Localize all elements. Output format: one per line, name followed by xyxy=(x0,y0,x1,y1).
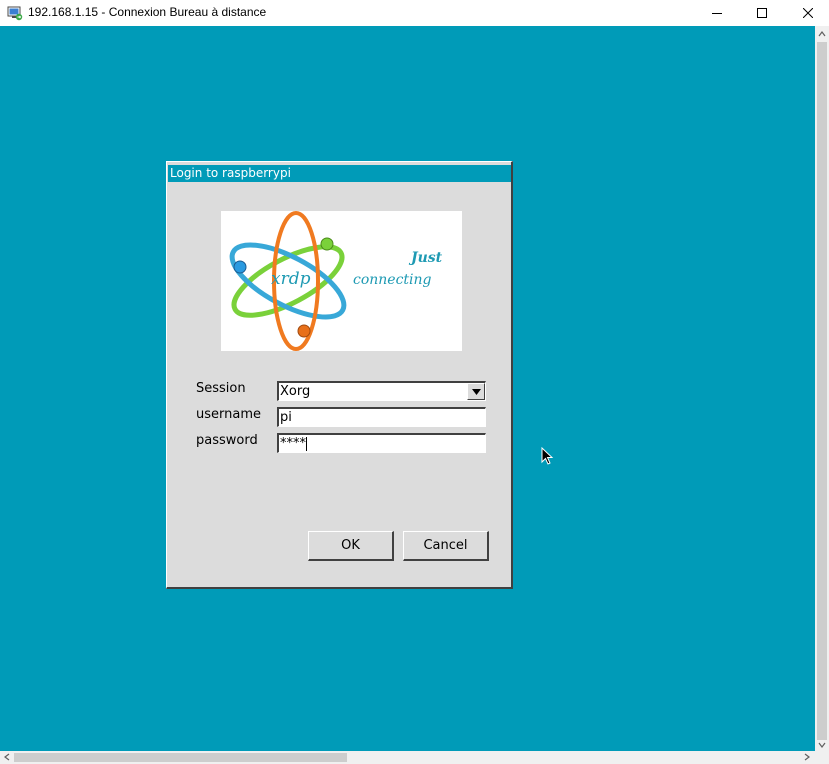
login-dialog: Login to raspberrypi xrdp Just connectin… xyxy=(166,161,513,589)
remote-desktop-icon xyxy=(7,5,23,21)
scrollbar-corner xyxy=(815,751,829,764)
chevron-down-icon xyxy=(471,388,481,395)
horizontal-scrollbar[interactable] xyxy=(0,751,815,764)
session-label: Session xyxy=(196,381,246,396)
session-value: Xorg xyxy=(280,384,311,399)
scroll-right-icon[interactable] xyxy=(803,753,811,761)
scroll-down-icon[interactable] xyxy=(818,741,826,749)
minimize-icon xyxy=(712,13,722,14)
close-button[interactable] xyxy=(785,0,829,26)
ok-button[interactable]: OK xyxy=(308,531,394,561)
scroll-left-icon[interactable] xyxy=(3,753,11,761)
minimize-button[interactable] xyxy=(694,0,740,26)
maximize-icon xyxy=(757,8,767,18)
username-label: username xyxy=(196,407,261,422)
password-value: **** xyxy=(280,436,306,451)
cancel-button[interactable]: Cancel xyxy=(403,531,489,561)
session-dropdown-button[interactable] xyxy=(467,383,485,400)
remote-desktop[interactable]: Login to raspberrypi xrdp Just connectin… xyxy=(0,26,815,751)
logo-brand-text: xrdp xyxy=(271,269,311,289)
logo-tagline-just: Just xyxy=(411,250,443,266)
mouse-cursor-icon xyxy=(541,447,554,465)
scroll-up-icon[interactable] xyxy=(818,30,826,38)
vertical-scroll-thumb[interactable] xyxy=(817,42,827,740)
window-title: 192.168.1.15 - Connexion Bureau à distan… xyxy=(28,5,267,19)
dialog-title: Login to raspberrypi xyxy=(168,165,511,182)
text-caret xyxy=(306,436,307,451)
password-field[interactable]: **** xyxy=(277,433,486,453)
horizontal-scroll-thumb[interactable] xyxy=(14,753,347,762)
username-value: pi xyxy=(280,410,292,425)
maximize-button[interactable] xyxy=(739,0,785,26)
vertical-scrollbar[interactable] xyxy=(815,26,829,751)
logo-tagline-connecting: connecting xyxy=(353,272,432,288)
username-field[interactable]: pi xyxy=(277,407,486,427)
password-label: password xyxy=(196,433,258,448)
window-titlebar[interactable]: 192.168.1.15 - Connexion Bureau à distan… xyxy=(0,0,829,26)
close-icon xyxy=(803,8,813,18)
xrdp-logo: xrdp Just connecting xyxy=(221,211,462,351)
session-select[interactable]: Xorg xyxy=(277,381,486,401)
